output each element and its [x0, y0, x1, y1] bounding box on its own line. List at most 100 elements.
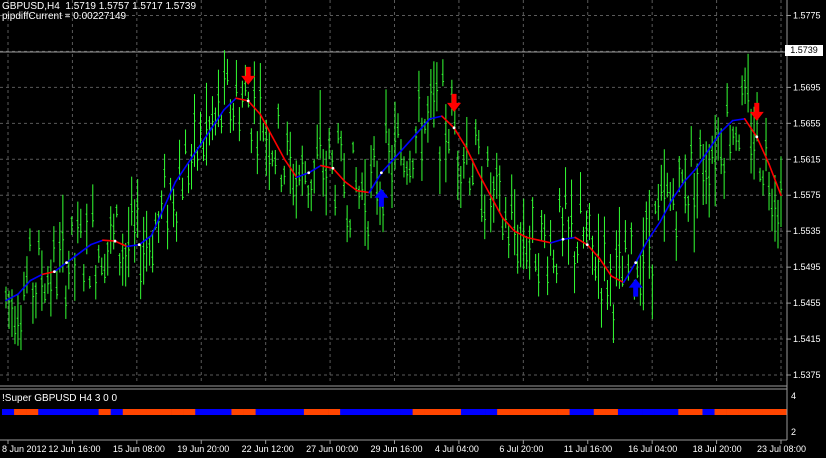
trend-segment: [574, 236, 589, 246]
price-tick-label: 1.5695: [793, 82, 821, 92]
sell-arrow-icon: [749, 102, 764, 121]
trend-turn-dot: [379, 171, 383, 175]
signal-block: [485, 409, 498, 415]
trend-segment: [550, 238, 564, 244]
price-chart[interactable]: 1.57751.57351.56951.56551.56151.55751.55…: [0, 0, 826, 458]
signal-block: [74, 409, 87, 415]
signal-block: [569, 409, 582, 415]
buy-arrow-icon: [374, 188, 389, 207]
price-tick-label: 1.5415: [793, 334, 821, 344]
signal-block: [14, 409, 27, 415]
signal-block: [159, 409, 172, 415]
trend-segment: [731, 118, 746, 122]
signal-block: [207, 409, 220, 415]
subwindow-scale-bottom: 2: [791, 427, 796, 437]
time-tick-label: 11 Jul 16:00: [564, 444, 612, 454]
signal-block: [557, 409, 570, 415]
grid-lines: [0, 0, 787, 384]
price-tick-label: 1.5615: [793, 154, 821, 164]
signal-block: [424, 409, 438, 415]
signal-block: [654, 409, 667, 415]
time-tick-label: 16 Jul 04:00: [628, 444, 677, 454]
signal-block: [545, 409, 558, 415]
signal-block: [38, 409, 51, 415]
indicator-value: pipdiffCurrent = 0.00227149: [2, 11, 127, 22]
signal-block: [762, 409, 776, 415]
price-bars: [4, 50, 783, 351]
trend-segment: [320, 164, 334, 170]
trend-segment: [174, 162, 189, 183]
signal-block: [219, 409, 232, 415]
trend-segment: [332, 167, 346, 183]
trend-segment: [586, 243, 601, 259]
signal-block: [352, 409, 365, 415]
signal-block: [738, 409, 752, 415]
time-tick-label: 22 Jun 12:00: [242, 444, 294, 454]
price-tick-label: 1.5495: [793, 262, 821, 272]
signal-block: [146, 409, 160, 415]
time-tick-label: 12 Jun 16:00: [48, 444, 100, 454]
signal-block: [750, 409, 764, 415]
signal-block: [195, 409, 208, 415]
signal-block: [267, 409, 281, 415]
signal-block: [678, 409, 691, 415]
signal-block: [26, 409, 39, 415]
signal-block: [303, 409, 317, 415]
signal-block: [774, 409, 788, 415]
time-tick-label: 6 Jul 20:00: [499, 444, 543, 454]
price-tick-label: 1.5535: [793, 226, 821, 236]
signal-block: [316, 409, 329, 415]
signal-block: [448, 409, 462, 415]
signal-block: [231, 409, 244, 415]
trend-turn-dot: [452, 126, 456, 130]
signal-block: [533, 409, 546, 415]
price-tick-label: 1.5655: [793, 118, 821, 128]
signal-block: [497, 409, 510, 415]
signal-block: [388, 409, 401, 415]
time-tick-label: 27 Jun 00:00: [306, 444, 358, 454]
signal-block: [702, 409, 715, 415]
signal-block: [630, 409, 643, 415]
signal-block: [255, 409, 268, 415]
signal-block: [666, 409, 679, 415]
signal-block: [617, 409, 631, 415]
trend-segment: [477, 171, 492, 197]
signal-block: [460, 409, 474, 415]
trend-segment: [659, 198, 673, 224]
trend-turn-dot: [113, 239, 117, 243]
signal-block: [400, 409, 413, 415]
subwindow-scale-top: 4: [791, 391, 796, 401]
signal-block: [340, 409, 353, 415]
time-axis: 8 Jun 2012 12 Jun 16:00 15 Jun 08:00 19 Jun…: [2, 440, 806, 454]
trend-turn-dot: [65, 261, 68, 265]
signal-block: [690, 409, 703, 415]
signal-block: [726, 409, 739, 415]
price-tick-label: 1.5375: [793, 370, 821, 380]
time-tick-label: 18 Jul 20:00: [693, 444, 742, 454]
signal-block: [62, 409, 75, 415]
trend-turn-dot: [561, 237, 565, 241]
trend-turn-dot: [634, 261, 638, 265]
trend-turn-dot: [53, 270, 56, 274]
trend-segment: [102, 239, 116, 242]
trend-segment: [671, 180, 685, 201]
signal-bar: [2, 409, 788, 415]
time-tick-label: 19 Jun 20:00: [177, 444, 229, 454]
signal-block: [134, 409, 148, 415]
signal-block: [714, 409, 727, 415]
time-tick-label: 15 Jun 08:00: [113, 444, 165, 454]
trend-turn-dot: [307, 171, 311, 175]
trend-segment: [429, 115, 443, 120]
time-tick-label: 23 Jul 08:00: [757, 444, 806, 454]
subwindow-label: !Super GBPUSD H4 3 0 0: [2, 393, 118, 404]
trend-segment: [562, 236, 576, 241]
trend-segment: [271, 136, 286, 161]
time-tick-label: 29 Jun 16:00: [371, 444, 423, 454]
signal-block: [2, 409, 15, 415]
price-axis: 1.57751.57351.56951.56551.56151.55751.55…: [787, 10, 821, 380]
trend-turn-dot: [755, 135, 759, 139]
trend-turn-dot: [246, 99, 250, 103]
signal-block: [581, 409, 595, 415]
signal-block: [86, 409, 99, 415]
trend-turn-dot: [137, 243, 141, 247]
